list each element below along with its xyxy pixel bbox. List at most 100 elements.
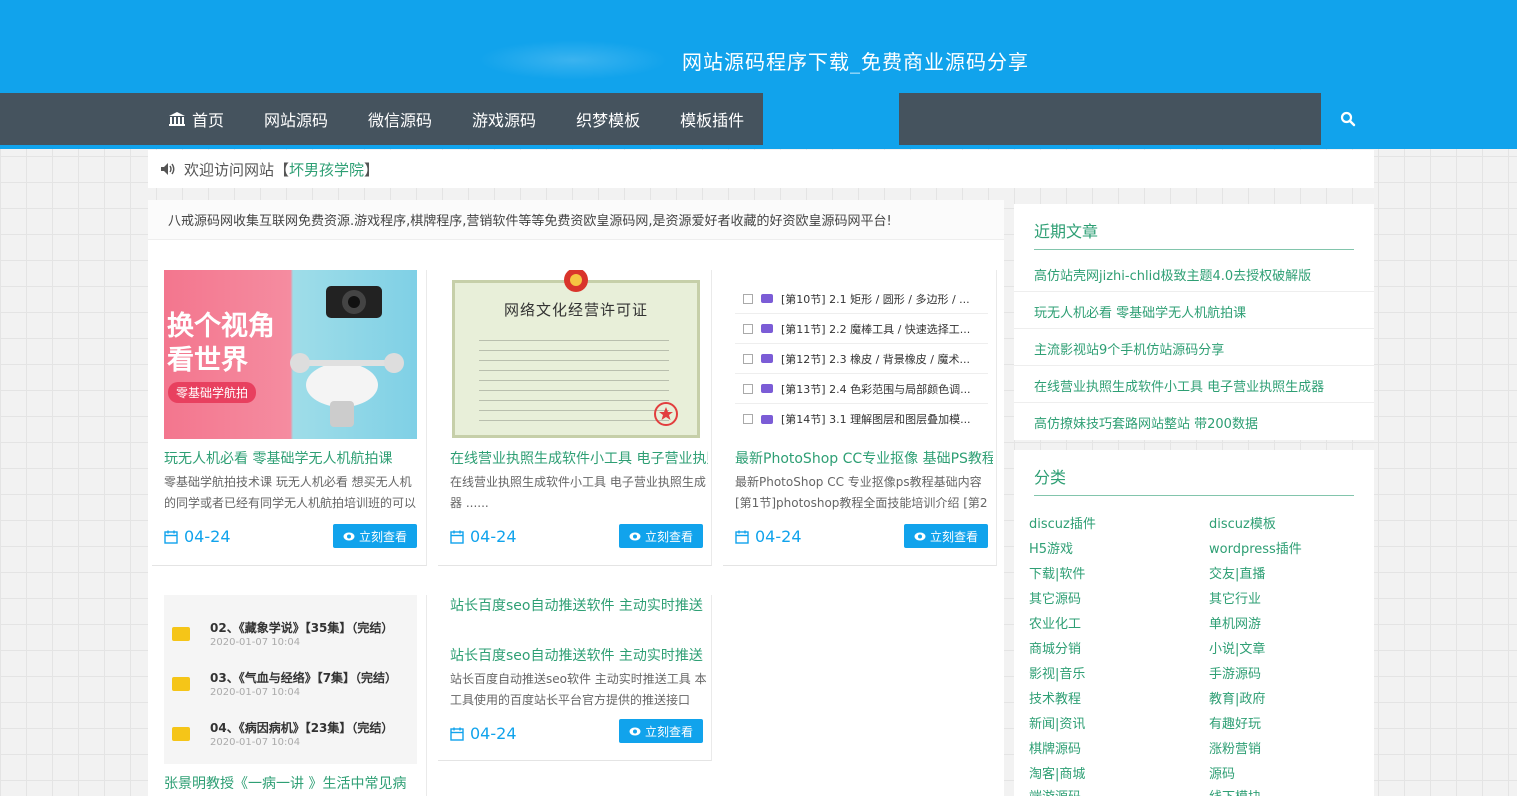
category-link[interactable]: 小说|文章 [1209,638,1265,657]
post-card: 站长百度seo自动推送软件 主动实时推送 站长百度seo自动推送软件 主动实时推… [438,595,712,761]
video-icon [761,414,773,424]
nav-item-label: 首页 [192,111,225,130]
calendar-icon [735,530,749,544]
category-link[interactable]: 交友|直播 [1209,563,1265,582]
episode-date: 2020-01-07 10:04 [210,637,301,648]
notice-bar: 欢迎访问网站 【 坏男孩学院 】 [148,150,1374,188]
post-card: 网络文化经营许可证 在线营业执照生成软件小工具 电子营业执照生成器 在线营业执照… [438,270,712,566]
lesson-row: [第10节] 2.1 矩形 / 圆形 / 多边形 / ... [735,284,988,314]
category-link[interactable]: 源码 [1209,763,1235,782]
view-post-label: 立刻查看 [929,529,978,544]
view-post-button[interactable]: 立刻查看 [904,524,988,548]
widget-divider [1034,495,1354,496]
notice-site-link[interactable]: 坏男孩学院 [289,159,364,180]
post-title[interactable]: 玩无人机必看 零基础学无人机航拍课 [164,448,422,468]
recent-posts-title: 近期文章 [1034,222,1099,241]
category-link[interactable]: wordpress插件 [1209,538,1302,557]
site-logo[interactable] [478,40,668,80]
eye-icon [343,532,355,540]
post-card: [第10节] 2.1 矩形 / 圆形 / 多边形 / ... [第11节] 2.… [723,270,997,566]
category-link[interactable]: 其它源码 [1029,588,1081,607]
category-link[interactable]: 单机网游 [1209,613,1261,632]
post-title[interactable]: 最新PhotoShop CC专业抠像 基础PS教程 [735,448,993,468]
nav-item-template-plugin[interactable]: 模板插件 [680,107,744,131]
category-link[interactable]: 技术教程 [1029,688,1081,707]
emblem-icon [564,270,588,292]
camera-icon [326,286,382,318]
nav-item-wechat-source[interactable]: 微信源码 [368,107,432,131]
post-excerpt: 在线营业执照生成软件小工具 电子营业执照生成器 ...... [450,475,706,510]
recent-post-link[interactable]: 高仿撩妹技巧套路网站整站 带200数据 [1034,413,1364,432]
video-icon [761,324,773,333]
drone-icon [290,353,404,427]
eye-icon [629,532,641,540]
checkbox-icon [743,293,753,304]
view-post-label: 立刻查看 [644,529,693,544]
checkbox-icon [743,353,753,364]
lesson-title: [第14节] 3.1 理解图层和图层叠加模... [781,413,971,426]
category-link[interactable]: 淘客|商城 [1029,763,1085,782]
lesson-title: [第12节] 2.3 橡皮 / 背景橡皮 / 魔术... [781,352,970,366]
category-link[interactable]: 端游源码 [1029,786,1081,796]
nav-item-game-source[interactable]: 游戏源码 [472,107,536,131]
notice-bracket-open: 【 [274,160,290,179]
categories-widget: 分类 discuz插件 discuz模板 H5游戏 wordpress插件 下载… [1014,450,1374,796]
category-link[interactable]: 手游源码 [1209,663,1261,682]
checkbox-icon [743,414,753,424]
recent-post-link[interactable]: 在线营业执照生成软件小工具 电子营业执照生成器 [1034,376,1364,395]
certificate-title: 网络文化经营许可证 [503,301,648,319]
category-link[interactable]: 棋牌源码 [1029,738,1081,757]
category-link[interactable]: discuz模板 [1209,513,1276,532]
nav-item-website-source[interactable]: 网站源码 [264,107,328,131]
nav-item-dede-template[interactable]: 织梦模板 [576,107,640,131]
post-thumbnail[interactable]: 换个视角 看世界 零基础学航拍 [164,270,417,439]
post-title[interactable]: 站长百度seo自动推送软件 主动实时推送 [450,645,708,665]
recent-post-link[interactable]: 高仿站壳网jizhi-chlid极致主题4.0去授权破解版 [1034,265,1364,284]
episode-row: 03、《气血与经络》【7集】（完结） 2020-01-07 10:04 [172,667,412,707]
category-link[interactable]: 下载|软件 [1029,563,1085,582]
post-thumbnail[interactable]: 网络文化经营许可证 [450,270,703,439]
folder-icon [172,727,190,741]
recent-post-link[interactable]: 主流影视站9个手机仿站源码分享 [1034,339,1364,358]
category-link[interactable]: 新闻|资讯 [1029,713,1085,732]
post-date-text: 04-24 [755,527,802,546]
recent-separator [1014,291,1374,292]
view-post-button[interactable]: 立刻查看 [619,719,703,743]
calendar-icon [450,530,464,544]
category-link[interactable]: 教育|政府 [1209,688,1265,707]
post-title[interactable]: 在线营业执照生成软件小工具 电子营业执照生成器 [450,448,708,468]
category-link[interactable]: H5游戏 [1029,538,1073,557]
category-link[interactable]: 商城分销 [1029,638,1081,657]
recent-post-link[interactable]: 玩无人机必看 零基础学无人机航拍课 [1034,302,1364,321]
category-link[interactable]: discuz插件 [1029,513,1096,532]
post-thumbnail[interactable]: 02、《藏象学说》【35集】（完结） 2020-01-07 10:04 03、《… [164,595,417,764]
post-excerpt: 站长百度自动推送seo软件 主动实时推送工具 本工具使用的百度站长平台官方提供的… [450,672,707,707]
category-link[interactable]: 影视|音乐 [1029,663,1085,682]
nav-item-home[interactable]: 首页 [168,107,224,131]
category-link[interactable]: 其它行业 [1209,588,1261,607]
widget-divider [1034,249,1354,250]
post-card: 换个视角 看世界 零基础学航拍 玩无人机必看 零基础学无人机航拍课 零基础学航拍… [152,270,427,566]
post-excerpt: 最新PhotoShop CC 专业抠像ps教程基础内容 [第1节]photosh… [735,475,988,510]
post-thumbnail[interactable]: [第10节] 2.1 矩形 / 圆形 / 多边形 / ... [第11节] 2.… [735,270,988,439]
view-post-button[interactable]: 立刻查看 [619,524,703,548]
post-date-text: 04-24 [184,527,231,546]
search-icon [1340,111,1355,127]
calendar-icon [164,530,178,544]
lesson-title: [第10节] 2.1 矩形 / 圆形 / 多边形 / ... [781,292,970,306]
category-link[interactable]: 涨粉营销 [1209,738,1261,757]
lesson-title: [第13节] 2.4 色彩范围与局部颜色调... [781,382,971,396]
category-link[interactable]: 线下模块 [1209,786,1261,796]
post-date: 04-24 [164,527,231,546]
post-title[interactable]: 张景明教授《一病一讲 》生活中常见病 [164,773,422,793]
category-link[interactable]: 有趣好玩 [1209,713,1261,732]
notice-bracket-close: 】 [364,160,380,179]
view-post-label: 立刻查看 [358,529,407,544]
view-post-button[interactable]: 立刻查看 [333,524,417,548]
search-input[interactable] [899,93,1321,145]
notice-text: 欢迎访问网站 [184,160,275,179]
category-link[interactable]: 农业化工 [1029,613,1081,632]
search-button[interactable] [1321,93,1374,145]
nav-item-label: 模板插件 [680,111,745,130]
broken-image-alt[interactable]: 站长百度seo自动推送软件 主动实时推送 [450,596,708,616]
